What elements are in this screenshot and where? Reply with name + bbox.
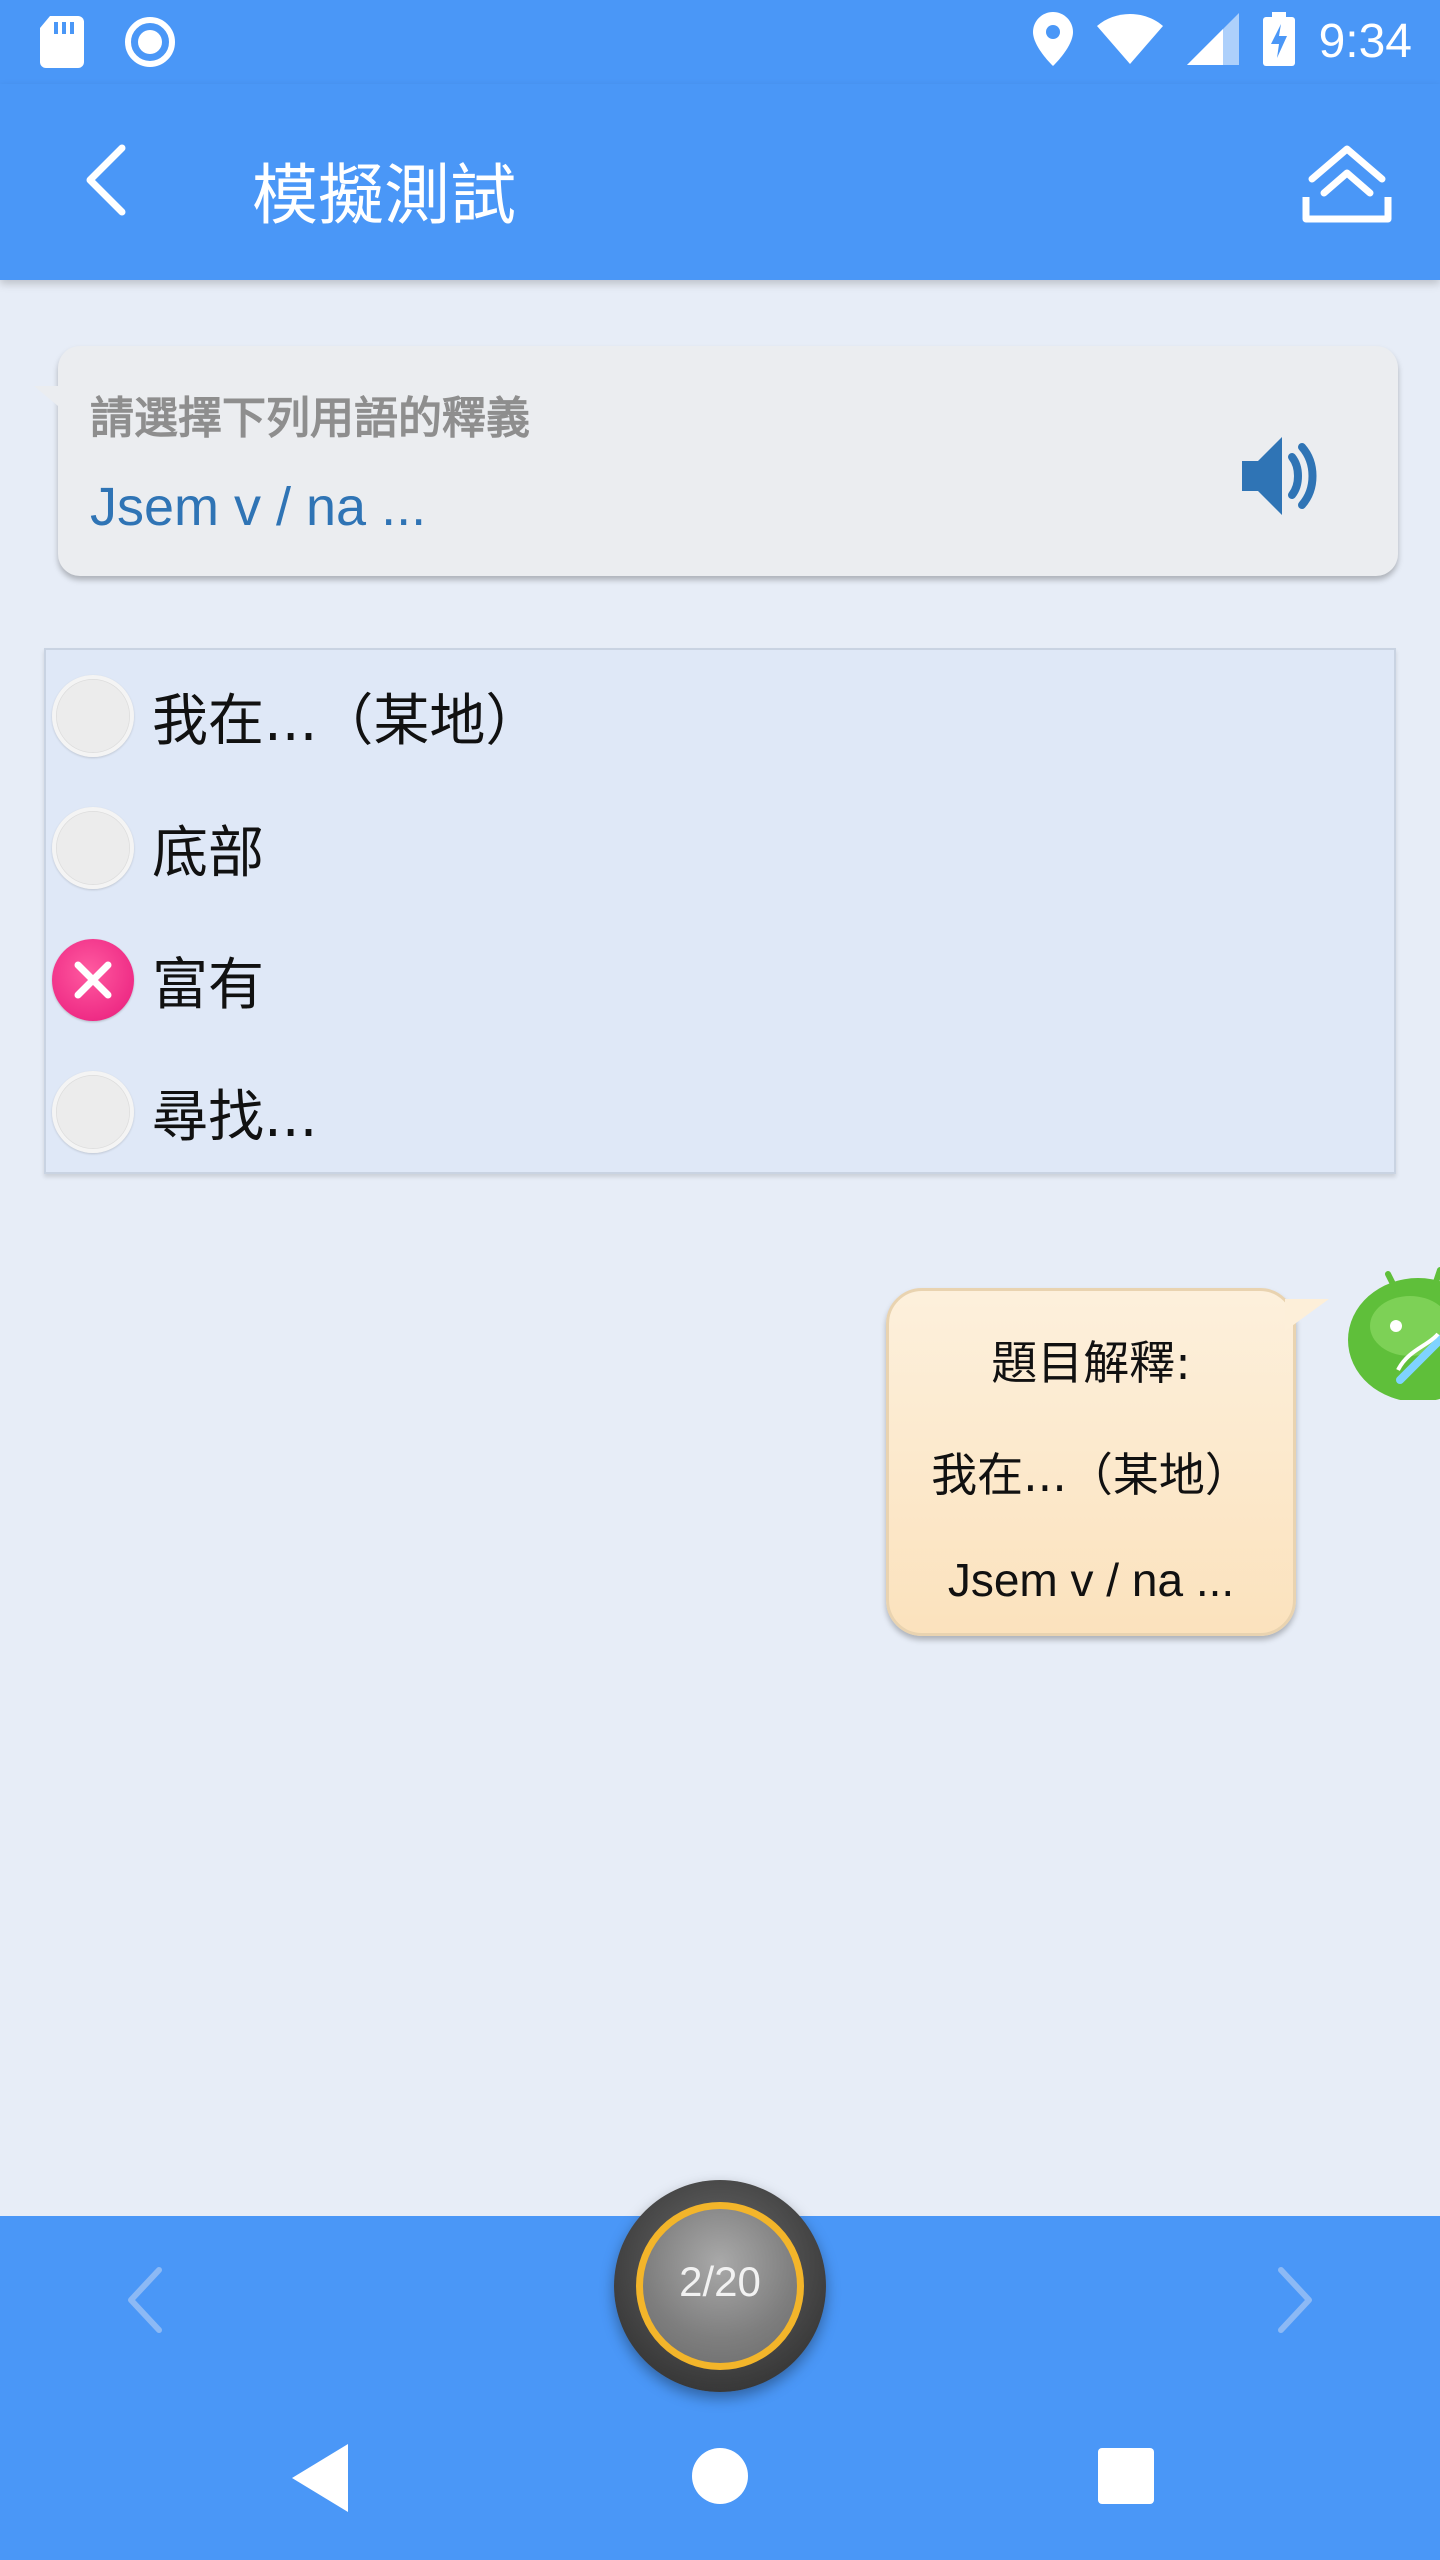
chevron-right-icon xyxy=(1273,2264,1317,2340)
radio-button[interactable] xyxy=(52,1071,134,1153)
question-card: 請選擇下列用語的釋義 Jsem v / na ... xyxy=(34,346,1398,576)
play-audio-button[interactable] xyxy=(1228,428,1328,528)
location-icon xyxy=(1032,12,1073,70)
option-row[interactable]: 尋找... xyxy=(46,1046,1394,1178)
option-label: 尋找... xyxy=(152,1084,318,1150)
question-prompt: 請選擇下列用語的釋義 xyxy=(90,393,530,444)
answer-options: 我在...（某地） 底部 富有 尋找... xyxy=(44,648,1396,1174)
option-label: 我在...（某地） xyxy=(152,688,542,754)
question-term: Jsem v / na ... xyxy=(90,477,427,537)
status-time: 9:34 xyxy=(1318,14,1412,68)
app-bar: 模擬測試 xyxy=(0,84,1440,280)
system-recents-button[interactable] xyxy=(1098,2448,1154,2504)
system-home-button[interactable] xyxy=(692,2448,748,2504)
option-row[interactable]: 我在...（某地） xyxy=(46,650,1394,782)
status-bar: 9:34 xyxy=(0,0,1440,84)
radio-button[interactable] xyxy=(52,807,134,889)
chevron-left-icon xyxy=(123,2264,167,2340)
explanation-bubble: 題目解釋: 我在...（某地） Jsem v / na ... xyxy=(886,1288,1329,1636)
back-button[interactable] xyxy=(64,140,148,224)
explanation-title: 題目解釋: xyxy=(991,1336,1191,1390)
option-label: 底部 xyxy=(152,820,264,886)
system-back-button[interactable] xyxy=(286,2438,356,2518)
speaker-icon xyxy=(1238,431,1318,525)
option-label: 富有 xyxy=(152,952,264,1018)
option-row[interactable]: 底部 xyxy=(46,782,1394,914)
progress-text: 2/20 xyxy=(679,2258,761,2305)
sync-icon xyxy=(124,16,176,72)
sd-card-icon xyxy=(40,16,84,72)
page-title: 模擬測試 xyxy=(252,157,516,234)
explanation-term: Jsem v / na ... xyxy=(947,1554,1235,1606)
mascot-icon xyxy=(1340,1260,1440,1402)
previous-question-button[interactable] xyxy=(110,2262,180,2342)
quiz-screen: 9:34 模擬測試 請選擇下列用語的釋義 Jsem v / na ... 我在.… xyxy=(0,0,1440,2560)
signal-icon xyxy=(1186,13,1239,69)
triangle-back-icon xyxy=(292,2444,348,2512)
radio-button-wrong[interactable] xyxy=(52,939,134,1021)
share-button[interactable] xyxy=(1292,128,1402,238)
wifi-icon xyxy=(1096,14,1163,68)
share-upload-icon xyxy=(1302,139,1392,227)
chevron-left-icon xyxy=(82,144,130,220)
option-row[interactable]: 富有 xyxy=(46,914,1394,1046)
explanation-meaning: 我在...（某地） xyxy=(931,1448,1251,1502)
next-question-button[interactable] xyxy=(1260,2262,1330,2342)
radio-button[interactable] xyxy=(52,675,134,757)
close-icon xyxy=(74,961,112,999)
battery-charging-icon xyxy=(1262,12,1295,70)
bubble-tail xyxy=(34,386,70,416)
progress-indicator[interactable]: 2/20 xyxy=(614,2180,826,2392)
